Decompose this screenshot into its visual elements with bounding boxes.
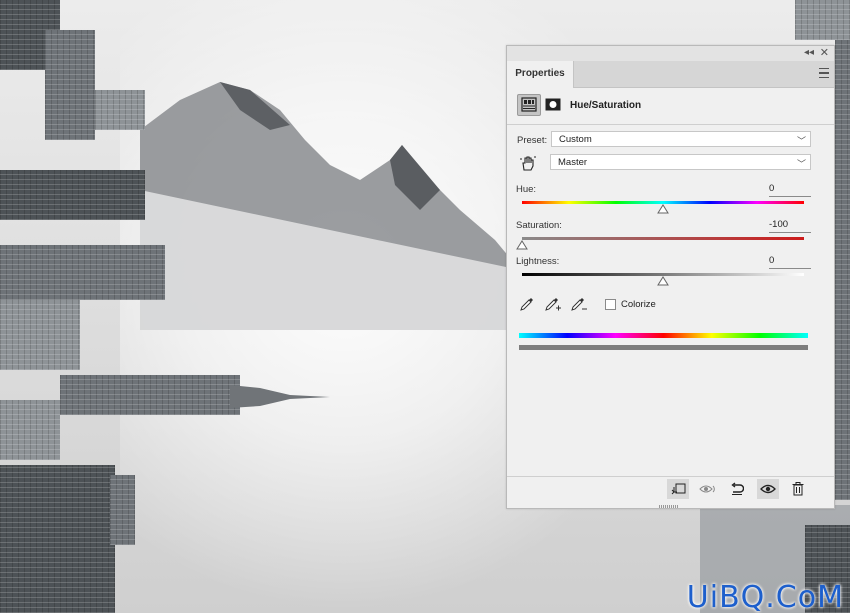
building [0,400,60,460]
clip-to-layer-icon [671,483,686,495]
building [0,465,115,613]
double-chevron-left-icon[interactable]: ◂◂ [804,47,814,58]
building [795,0,850,40]
hue-label: Hue: [516,184,537,195]
building [0,245,165,300]
delete-button[interactable] [787,479,809,499]
building-spire [230,385,330,408]
eyedropper-icon[interactable] [519,296,535,312]
chevron-down-icon: ﹀ [796,136,806,146]
colorize-label: Colorize [621,299,656,310]
colorize-checkbox[interactable] [605,299,616,310]
tab-properties[interactable]: Properties [507,61,574,88]
building [0,170,145,220]
layer-mask-icon[interactable] [545,98,561,111]
saturation-label: Saturation: [516,220,562,231]
hue-spectrum-bar [519,333,808,338]
divider [507,476,834,477]
panel-menu-icon[interactable] [819,68,829,78]
preset-label: Preset: [517,135,548,146]
clip-to-layer-button[interactable] [667,479,689,499]
panel-tab-bar: Properties [507,61,834,88]
watermark: UiBQ.CoM [686,580,844,613]
building [95,90,145,130]
properties-panel: ◂◂ ✕ Properties Hue/Saturation Preset: C… [506,45,835,509]
empire-state-building [60,375,240,415]
view-previous-state-icon [699,485,715,493]
mountain-image [140,82,520,330]
channel-dropdown[interactable]: Master ﹀ [550,154,811,170]
lightness-value-field[interactable]: 0 [769,255,811,269]
building [110,475,135,545]
channel-value: Master [558,157,588,168]
hue-value-field[interactable]: 0 [769,183,811,197]
building [45,30,95,140]
resize-grip[interactable] [659,505,679,508]
eyedropper-plus-icon[interactable] [544,296,562,312]
saturation-value-field[interactable]: -100 [769,219,811,233]
eyedropper-minus-icon[interactable] [570,296,588,312]
building [835,40,850,500]
saturation-slider-track[interactable] [522,237,804,240]
trash-icon [792,482,804,496]
view-previous-state-button[interactable] [697,479,719,499]
hand-scrubby-icon[interactable] [519,154,537,172]
chevron-down-icon: ﹀ [796,159,806,169]
building [0,300,80,370]
close-icon[interactable]: ✕ [820,46,829,59]
preset-value: Custom [559,134,592,145]
reset-icon [731,482,745,495]
adjusted-spectrum-bar [519,345,808,350]
hue-saturation-layer-icon[interactable] [517,94,541,116]
eye-icon [760,484,776,494]
reset-button[interactable] [726,479,748,499]
visibility-button[interactable] [757,479,779,499]
panel-title-bar[interactable] [507,46,834,61]
lightness-label: Lightness: [516,256,560,267]
divider [507,124,834,125]
adjustment-title: Hue/Saturation [570,100,642,111]
preset-dropdown[interactable]: Custom ﹀ [551,131,811,147]
